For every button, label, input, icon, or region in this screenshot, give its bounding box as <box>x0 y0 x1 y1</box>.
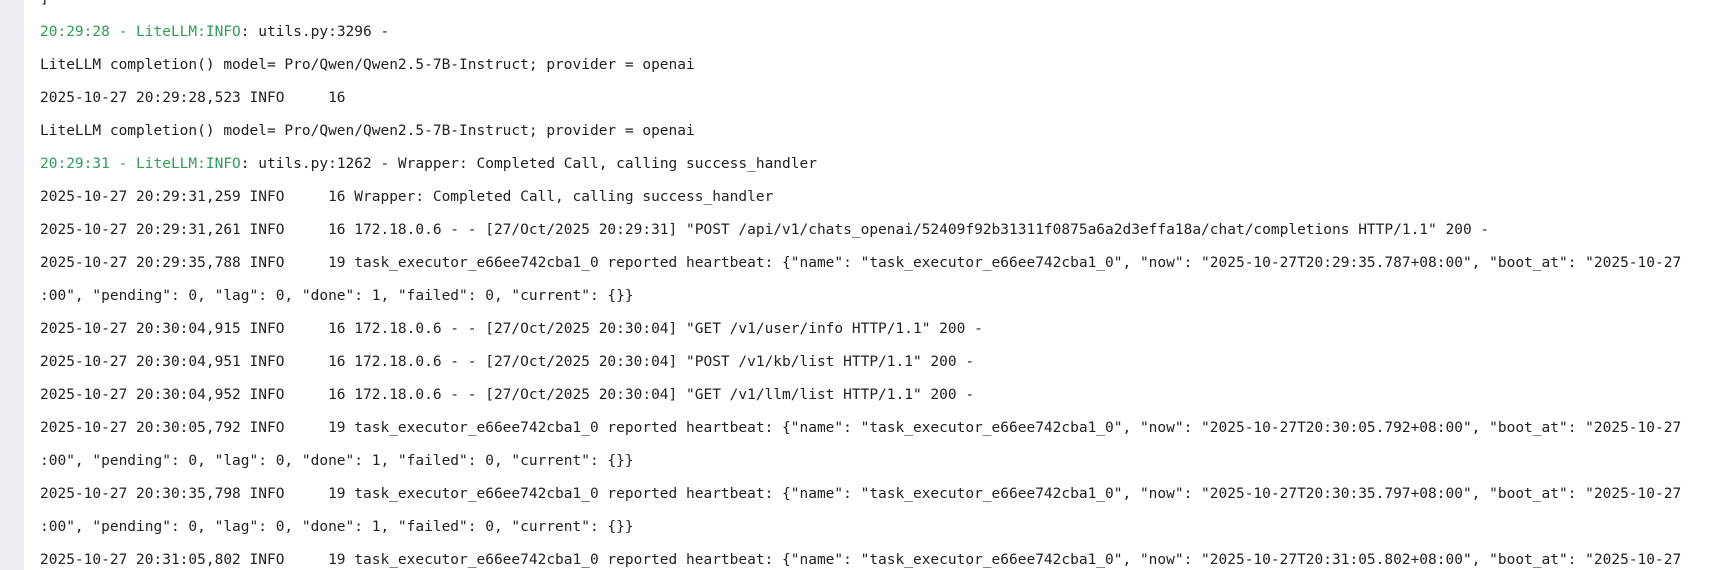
log-line: 2025-10-27 20:30:04,915 INFO 16 172.18.0… <box>40 313 1681 346</box>
log-line-level-prefix: 20:29:28 - LiteLLM:INFO <box>40 24 241 40</box>
log-line-level-prefix: 20:29:31 - LiteLLM:INFO <box>40 156 241 172</box>
log-line-text: 2025-10-27 20:29:28,523 INFO 16 <box>40 90 346 106</box>
log-line-text: 2025-10-27 20:30:04,952 INFO 16 172.18.0… <box>40 387 975 403</box>
log-line-text: 2025-10-27 20:30:04,915 INFO 16 172.18.0… <box>40 321 983 337</box>
log-line-text: :00", "pending": 0, "lag": 0, "done": 1,… <box>40 519 634 535</box>
log-line: 2025-10-27 20:29:31,259 INFO 16 Wrapper:… <box>40 181 1681 214</box>
log-line: 2025-10-27 20:29:28,523 INFO 16 <box>40 82 1681 115</box>
log-line: 2025-10-27 20:31:05,802 INFO 19 task_exe… <box>40 544 1681 570</box>
log-line-text: 2025-10-27 20:30:35,798 INFO 19 task_exe… <box>40 486 1682 502</box>
left-gutter <box>0 0 24 570</box>
log-line: :00", "pending": 0, "lag": 0, "done": 1,… <box>40 511 1681 544</box>
log-line-text: 2025-10-27 20:29:31,259 INFO 16 Wrapper:… <box>40 189 774 205</box>
log-lines: 20:29:28 - LiteLLM:INFO: utils.py:3296 -… <box>40 16 1681 570</box>
log-line-text: : utils.py:3296 - <box>240 24 390 40</box>
log-line: :00", "pending": 0, "lag": 0, "done": 1,… <box>40 445 1681 478</box>
log-line: 2025-10-27 20:30:35,798 INFO 19 task_exe… <box>40 478 1681 511</box>
log-line-text: :00", "pending": 0, "lag": 0, "done": 1,… <box>40 453 634 469</box>
log-line: 2025-10-27 20:30:05,792 INFO 19 task_exe… <box>40 412 1681 445</box>
log-line-text: 2025-10-27 20:30:04,951 INFO 16 172.18.0… <box>40 354 975 370</box>
log-top-fragment: ] <box>40 0 49 7</box>
log-line-text: 2025-10-27 20:29:35,788 INFO 19 task_exe… <box>40 255 1682 271</box>
log-line: 2025-10-27 20:30:04,951 INFO 16 172.18.0… <box>40 346 1681 379</box>
log-line: 20:29:28 - LiteLLM:INFO: utils.py:3296 - <box>40 16 1681 49</box>
log-line-text: 2025-10-27 20:31:05,802 INFO 19 task_exe… <box>40 552 1682 568</box>
log-line-text: 2025-10-27 20:30:05,792 INFO 19 task_exe… <box>40 420 1682 436</box>
log-line-text: :00", "pending": 0, "lag": 0, "done": 1,… <box>40 288 634 304</box>
log-line: 2025-10-27 20:29:31,261 INFO 16 172.18.0… <box>40 214 1681 247</box>
log-viewer: ] 20:29:28 - LiteLLM:INFO: utils.py:3296… <box>0 0 1735 570</box>
log-line: 20:29:31 - LiteLLM:INFO: utils.py:1262 -… <box>40 148 1681 181</box>
log-line: LiteLLM completion() model= Pro/Qwen/Qwe… <box>40 49 1681 82</box>
log-panel: ] 20:29:28 - LiteLLM:INFO: utils.py:3296… <box>24 0 1735 570</box>
log-line-text: LiteLLM completion() model= Pro/Qwen/Qwe… <box>40 123 695 139</box>
log-line: LiteLLM completion() model= Pro/Qwen/Qwe… <box>40 115 1681 148</box>
log-line-text: 2025-10-27 20:29:31,261 INFO 16 172.18.0… <box>40 222 1490 238</box>
log-line-text: LiteLLM completion() model= Pro/Qwen/Qwe… <box>40 57 695 73</box>
log-line: :00", "pending": 0, "lag": 0, "done": 1,… <box>40 280 1681 313</box>
log-line: 2025-10-27 20:29:35,788 INFO 19 task_exe… <box>40 247 1681 280</box>
log-line-text: : utils.py:1262 - Wrapper: Completed Cal… <box>240 156 817 172</box>
log-line: 2025-10-27 20:30:04,952 INFO 16 172.18.0… <box>40 379 1681 412</box>
